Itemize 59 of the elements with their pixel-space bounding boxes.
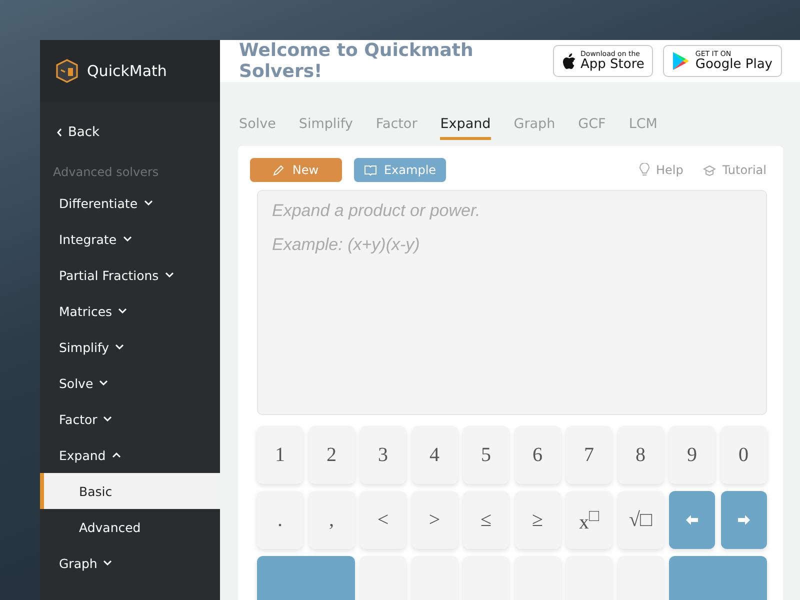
keypad-key[interactable]: 0 — [720, 426, 766, 484]
chevron-down-icon — [103, 416, 112, 422]
section-title: Advanced solvers — [52, 164, 160, 181]
pencil-icon — [273, 164, 286, 176]
sidebar-subitem[interactable]: Advanced — [40, 509, 220, 545]
keypad-key[interactable]: x$^{□}$ — [566, 491, 612, 549]
right-arrow-key[interactable] — [720, 491, 766, 549]
brand-name: QuickMath — [87, 62, 167, 80]
page-title: Welcome to Quickmath Solvers! — [239, 40, 474, 82]
example-text: Example: (x+y)(x-y) — [272, 235, 421, 255]
keypad-key[interactable]: < — [360, 491, 406, 549]
chevron-down-icon — [103, 560, 112, 566]
sidebar-item[interactable]: Expand — [40, 437, 220, 473]
chevron-down-icon — [118, 308, 128, 314]
keypad-key[interactable]: 9 — [669, 426, 715, 484]
keypad-key[interactable] — [669, 556, 766, 600]
chevron-down-icon — [99, 380, 108, 386]
keypad-key[interactable]: 2 — [308, 426, 354, 484]
chevron-down-icon — [164, 272, 174, 278]
keypad-key[interactable]: 3 — [360, 426, 406, 484]
chevron-up-icon — [112, 452, 121, 458]
keypad-key[interactable]: 8 — [618, 426, 664, 484]
left-arrow-icon — [686, 515, 698, 525]
keypad-key[interactable] — [257, 556, 354, 600]
sidebar-subitem[interactable]: Basic — [40, 473, 220, 509]
sidebar-item[interactable]: Integrate — [40, 221, 220, 257]
sidebar-item[interactable]: Simplify — [40, 329, 220, 365]
placeholder-text: Expand a product or power. — [272, 201, 482, 221]
book-icon — [364, 164, 377, 176]
chevron-down-icon — [144, 200, 153, 206]
keypad-key[interactable]: ≤ — [463, 491, 509, 549]
apple-logo-icon — [562, 52, 576, 70]
keypad-key[interactable]: ≥ — [514, 491, 560, 549]
keypad-key[interactable]: , — [308, 491, 354, 549]
keypad-key[interactable]: 1 — [257, 426, 303, 484]
sidebar-item[interactable]: Matrices — [40, 293, 220, 329]
chevron-down-icon — [122, 236, 132, 242]
keypad-key[interactable]: 7 — [566, 426, 612, 484]
tab[interactable]: Expand — [440, 116, 491, 140]
sidebar-item[interactable]: Factor — [40, 401, 220, 437]
sidebar-item[interactable]: Partial Fractions — [40, 257, 220, 293]
keypad-key[interactable]: 6 — [514, 426, 560, 484]
chevron-down-icon — [115, 344, 124, 350]
keypad-key[interactable]: 4 — [412, 426, 458, 484]
sidebar-item[interactable]: Differentiate — [40, 185, 220, 221]
graduation-cap-icon — [703, 164, 716, 176]
right-arrow-icon — [738, 515, 750, 525]
keypad-key[interactable]: √□ — [618, 491, 664, 549]
chevron-left-icon — [57, 128, 62, 137]
back-link[interactable]: Back — [40, 102, 220, 148]
cube-logo-icon — [55, 59, 79, 83]
sidebar-item[interactable]: Graph — [40, 545, 220, 581]
keypad-key[interactable]: . — [257, 491, 303, 549]
play-logo-icon — [672, 51, 690, 71]
lightbulb-icon — [639, 163, 650, 177]
left-arrow-key[interactable] — [669, 491, 715, 549]
sidebar-item[interactable]: Solve — [40, 365, 220, 401]
keypad-key[interactable]: 5 — [463, 426, 509, 484]
keypad-key[interactable]: > — [412, 491, 458, 549]
